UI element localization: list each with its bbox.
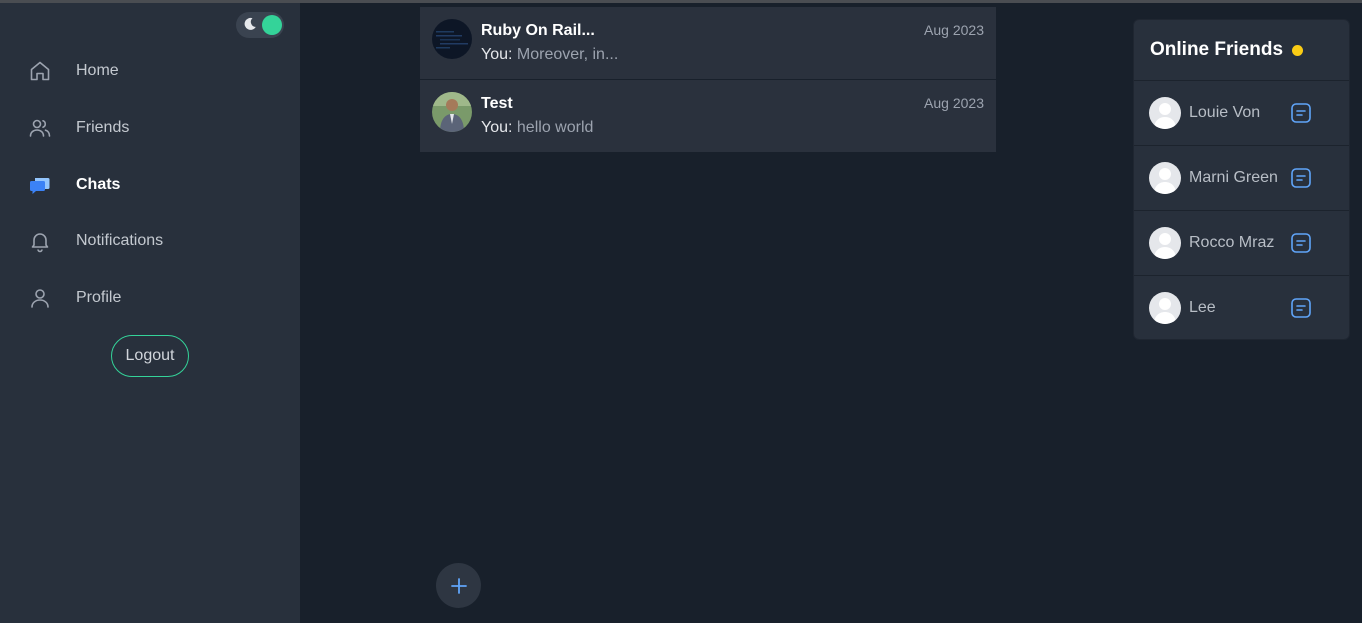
sidebar-item-label: Notifications [76,232,164,249]
sidebar-item-notifications[interactable]: Notifications [0,221,300,261]
chat-list: Ruby On Rail... You: Moreover, in... Aug… [420,7,996,152]
chat-avatar [432,19,472,59]
online-status-dot [1292,44,1304,56]
chat-preview-text: Moreover, in... [516,46,619,63]
user-icon [31,289,49,308]
message-icon[interactable] [1290,102,1312,124]
avatar [1149,227,1181,259]
logout-button[interactable]: Logout [111,335,189,377]
sidebar-item-chats[interactable]: Chats [0,165,300,205]
default-avatar-icon [1149,97,1181,129]
friend-row: Marni Green [1134,146,1349,211]
chat-list-item[interactable]: Ruby On Rail... You: Moreover, in... Aug… [420,7,996,79]
chat-name: Ruby On Rail... [481,22,595,39]
default-avatar-icon [1149,162,1181,194]
sidebar-item-label: Profile [76,289,122,306]
code-thumbnail-icon [432,19,472,59]
chat-preview: You: hello world [481,119,593,137]
chat-avatar [432,92,472,132]
chat-bubbles-icon [30,178,50,194]
moon-icon [244,17,256,30]
avatar [1149,97,1181,129]
new-chat-button[interactable] [436,563,481,608]
sidebar-item-label: Friends [76,119,130,136]
chat-date: Aug 2023 [924,95,984,111]
friend-row: Rocco Mraz [1134,211,1349,276]
friend-row: Louie Von [1134,81,1349,146]
chat-list-item[interactable]: Test You: hello world Aug 2023 [420,80,996,152]
sidebar-item-profile[interactable]: Profile [0,278,300,318]
chat-preview-text: hello world [516,119,594,136]
chat-name: Test [481,95,513,112]
message-icon[interactable] [1290,167,1312,189]
online-friends-panel: Online Friends Louie Von Marni Green Roc… [1133,19,1350,340]
bell-icon [31,233,49,253]
users-icon [29,119,51,137]
sidebar: Home Friends Chats Notifications Profile [0,3,300,623]
online-friends-header: Online Friends [1134,20,1349,81]
toggle-knob [262,15,282,35]
message-icon[interactable] [1290,297,1312,319]
default-avatar-icon [1149,292,1181,324]
chat-preview-prefix: You: [481,119,513,136]
friend-row: Lee [1134,276,1349,341]
message-icon[interactable] [1290,232,1312,254]
friend-name: Lee [1189,299,1216,316]
home-icon [30,61,50,81]
chat-date: Aug 2023 [924,22,984,38]
sidebar-item-home[interactable]: Home [0,51,300,91]
online-friends-title: Online Friends [1150,39,1284,60]
sidebar-item-label: Chats [76,176,121,193]
chat-preview: You: Moreover, in... [481,46,618,64]
person-photo-icon [432,92,472,132]
friend-name: Louie Von [1189,104,1261,121]
friend-name: Marni Green [1189,169,1278,186]
chat-preview-prefix: You: [481,46,513,63]
theme-toggle[interactable] [236,12,284,38]
default-avatar-icon [1149,227,1181,259]
friend-name: Rocco Mraz [1189,234,1275,251]
sidebar-item-friends[interactable]: Friends [0,108,300,148]
plus-icon [450,577,467,594]
avatar [1149,162,1181,194]
avatar [1149,292,1181,324]
sidebar-item-label: Home [76,62,119,79]
